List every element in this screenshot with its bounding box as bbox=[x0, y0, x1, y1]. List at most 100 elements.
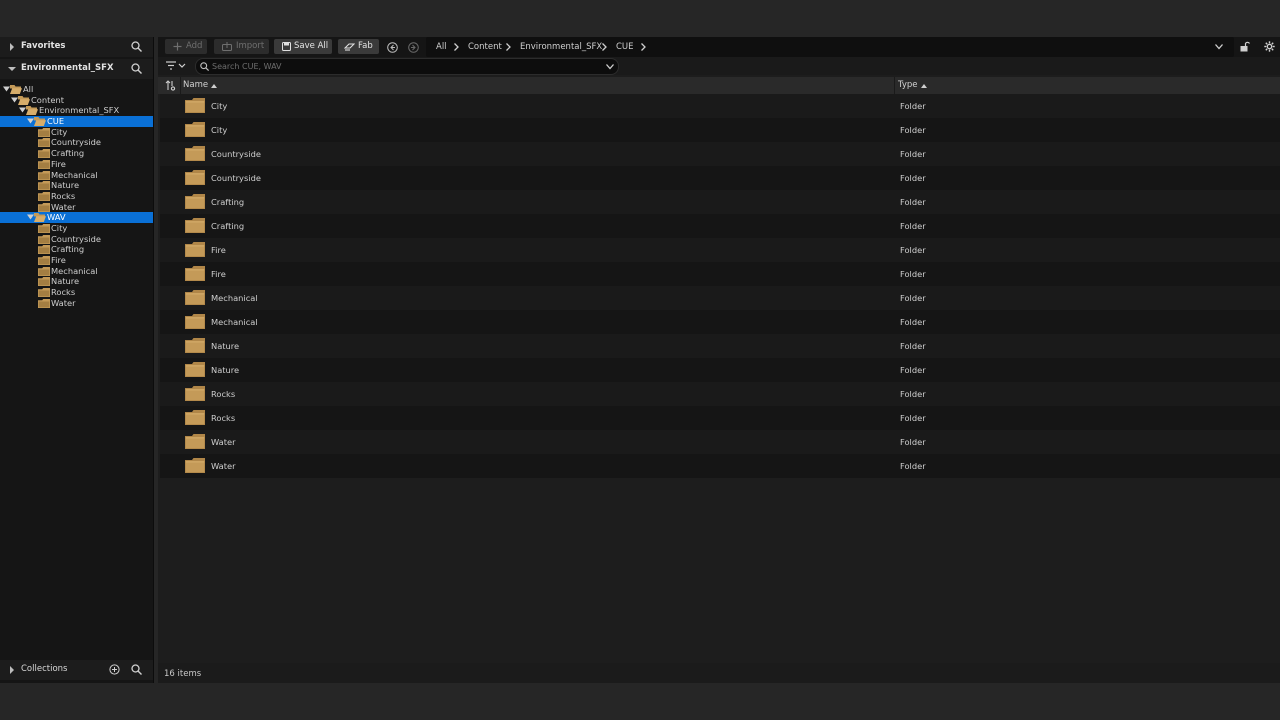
chevron-down-icon[interactable] bbox=[8, 66, 16, 72]
tree-item[interactable]: Environmental_SFX bbox=[0, 105, 153, 116]
chevron-down-icon[interactable] bbox=[19, 107, 26, 113]
table-row[interactable]: Rocks Folder bbox=[160, 406, 1280, 430]
search-input[interactable] bbox=[212, 59, 592, 74]
save-all-button[interactable]: Save All bbox=[274, 39, 332, 54]
chevron-right-icon[interactable] bbox=[602, 43, 607, 51]
tree-item[interactable]: Fire bbox=[0, 159, 153, 170]
tree-item[interactable]: Mechanical bbox=[0, 170, 153, 181]
table-row[interactable]: Crafting Folder bbox=[160, 190, 1280, 214]
chevron-down-icon[interactable] bbox=[27, 214, 34, 220]
chevron-right-icon[interactable] bbox=[9, 43, 15, 51]
table-row[interactable]: Water Folder bbox=[160, 430, 1280, 454]
row-type: Folder bbox=[900, 125, 926, 135]
chevron-right-icon[interactable] bbox=[506, 43, 511, 51]
folder-icon bbox=[38, 277, 50, 287]
breadcrumb-item-cue[interactable]: CUE bbox=[616, 42, 634, 52]
table-row[interactable]: Crafting Folder bbox=[160, 214, 1280, 238]
table-row[interactable]: City Folder bbox=[160, 118, 1280, 142]
chevron-right-icon[interactable] bbox=[454, 43, 459, 51]
folder-icon bbox=[185, 362, 205, 377]
tree-item-label: Crafting bbox=[51, 148, 85, 159]
folder-icon bbox=[38, 159, 50, 169]
collections-header[interactable]: Collections bbox=[0, 660, 153, 680]
tree-item[interactable]: Crafting bbox=[0, 244, 153, 255]
chevron-right-icon[interactable] bbox=[9, 666, 15, 674]
tree-item[interactable]: Water bbox=[0, 202, 153, 213]
breadcrumb-item-environmental-sfx[interactable]: Environmental_SFX bbox=[520, 42, 602, 52]
add-collection-icon[interactable] bbox=[109, 664, 120, 675]
filter-bar bbox=[158, 57, 1280, 75]
history-dropdown-icon[interactable] bbox=[1215, 44, 1223, 50]
tree-item[interactable]: Mechanical bbox=[0, 266, 153, 277]
back-arrow-icon[interactable] bbox=[387, 42, 398, 53]
column-divider[interactable] bbox=[894, 77, 895, 94]
table-row[interactable]: City Folder bbox=[160, 94, 1280, 118]
tree-item[interactable]: Countryside bbox=[0, 137, 153, 148]
sort-ascending-icon[interactable] bbox=[211, 84, 217, 88]
folder-icon bbox=[185, 458, 205, 473]
folder-icon bbox=[38, 191, 50, 201]
add-button[interactable]: Add bbox=[165, 39, 207, 54]
tree-item[interactable]: All bbox=[0, 84, 153, 95]
table-row[interactable]: Nature Folder bbox=[160, 358, 1280, 382]
breadcrumb-item-content[interactable]: Content bbox=[468, 42, 502, 52]
forward-arrow-icon[interactable] bbox=[408, 42, 419, 53]
tree-item[interactable]: Water bbox=[0, 298, 153, 309]
tree-item-label: Rocks bbox=[51, 287, 76, 298]
breadcrumb-item-all[interactable]: All bbox=[436, 42, 447, 52]
table-row[interactable]: Mechanical Folder bbox=[160, 310, 1280, 334]
folder-icon bbox=[185, 434, 205, 449]
tree-item[interactable]: Rocks bbox=[0, 191, 153, 202]
tree-item-label: Environmental_SFX bbox=[39, 105, 120, 116]
tree-item[interactable]: Content bbox=[0, 95, 153, 106]
import-button[interactable]: Import bbox=[214, 39, 269, 54]
table-row[interactable]: Water Folder bbox=[160, 454, 1280, 478]
tree-item[interactable]: Nature bbox=[0, 276, 153, 287]
chevron-down-icon[interactable] bbox=[3, 86, 10, 92]
folder-icon bbox=[38, 127, 50, 137]
tree-item[interactable]: Crafting bbox=[0, 148, 153, 159]
tree-item[interactable]: Nature bbox=[0, 180, 153, 191]
row-name: Nature bbox=[211, 341, 240, 351]
folder-icon bbox=[38, 202, 50, 212]
tree-item[interactable]: City bbox=[0, 223, 153, 234]
chevron-down-icon[interactable] bbox=[606, 64, 614, 70]
table-row[interactable]: Fire Folder bbox=[160, 238, 1280, 262]
row-name: City bbox=[211, 125, 228, 135]
item-count: 16 items bbox=[164, 669, 202, 679]
table-row[interactable]: Rocks Folder bbox=[160, 382, 1280, 406]
table-row[interactable]: Countryside Folder bbox=[160, 166, 1280, 190]
row-name: Water bbox=[211, 461, 236, 471]
table-row[interactable]: Mechanical Folder bbox=[160, 286, 1280, 310]
sort-mode-icon[interactable] bbox=[165, 80, 176, 91]
table-row[interactable]: Fire Folder bbox=[160, 262, 1280, 286]
search-icon[interactable] bbox=[131, 664, 142, 675]
settings-gear-icon[interactable] bbox=[1264, 41, 1275, 52]
row-name: Crafting bbox=[211, 197, 245, 207]
tree-item-label: CUE bbox=[47, 116, 65, 127]
search-icon[interactable] bbox=[131, 63, 142, 74]
tree-item[interactable]: CUE bbox=[0, 116, 153, 127]
folder-icon bbox=[185, 122, 205, 137]
tree-item[interactable]: WAV bbox=[0, 212, 153, 223]
table-row[interactable]: Nature Folder bbox=[160, 334, 1280, 358]
sort-ascending-icon[interactable] bbox=[921, 84, 927, 88]
chevron-down-icon[interactable] bbox=[11, 97, 18, 103]
filter-icon[interactable] bbox=[166, 61, 186, 70]
tree-item[interactable]: Fire bbox=[0, 255, 153, 266]
chevron-down-icon[interactable] bbox=[27, 118, 34, 124]
row-name: Mechanical bbox=[211, 317, 258, 327]
type-column-header[interactable]: Type bbox=[898, 80, 918, 90]
name-column-header[interactable]: Name bbox=[183, 80, 208, 90]
folder-tree-header[interactable]: Environmental_SFX bbox=[0, 59, 153, 79]
tree-item-label: WAV bbox=[47, 212, 66, 223]
tree-item[interactable]: Countryside bbox=[0, 234, 153, 245]
fab-button[interactable]: Fab bbox=[338, 39, 379, 54]
favorites-header[interactable]: Favorites bbox=[0, 37, 153, 57]
tree-item[interactable]: Rocks bbox=[0, 287, 153, 298]
lock-icon[interactable] bbox=[1239, 41, 1250, 52]
chevron-right-icon[interactable] bbox=[641, 43, 646, 51]
table-row[interactable]: Countryside Folder bbox=[160, 142, 1280, 166]
tree-item[interactable]: City bbox=[0, 127, 153, 138]
search-icon[interactable] bbox=[131, 41, 142, 52]
